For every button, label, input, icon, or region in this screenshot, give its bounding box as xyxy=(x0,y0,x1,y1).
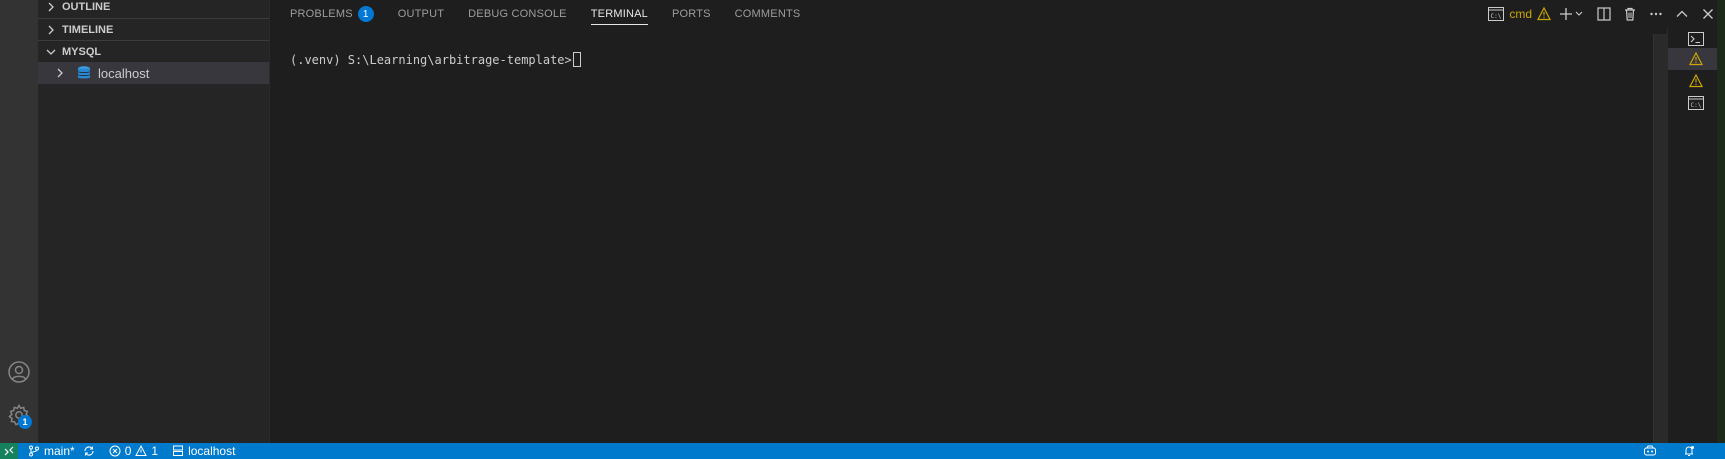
activity-bar: 1 xyxy=(0,0,38,443)
status-bar-right xyxy=(1643,443,1695,459)
warning-count: 1 xyxy=(151,444,159,458)
tree-item-label: localhost xyxy=(98,65,150,81)
copilot-icon[interactable] xyxy=(1643,445,1657,457)
section-outline-label: OUTLINE xyxy=(62,1,111,13)
warning-icon xyxy=(1537,7,1551,21)
error-count: 0 xyxy=(124,444,132,458)
kill-terminal-button[interactable] xyxy=(1621,5,1639,23)
problems-status[interactable]: 0 1 xyxy=(109,443,158,459)
terminal-cursor xyxy=(572,52,581,67)
section-mysql-label: MYSQL xyxy=(62,45,102,58)
tab-output[interactable]: OUTPUT xyxy=(398,0,444,28)
plus-icon xyxy=(1560,8,1583,20)
trash-icon xyxy=(1625,7,1635,21)
settings-badge: 1 xyxy=(18,415,32,429)
accounts-button[interactable] xyxy=(0,352,38,392)
active-terminal-indicator[interactable]: C:\ cmd xyxy=(1488,7,1551,21)
error-icon xyxy=(109,445,121,457)
git-branch-label: main* xyxy=(44,444,75,458)
tab-comments[interactable]: COMMENTS xyxy=(735,0,801,28)
panel-tabs: PROBLEMS 1 OUTPUT DEBUG CONSOLE TERMINAL… xyxy=(270,0,824,28)
section-timeline-label: TIMELINE xyxy=(62,23,114,36)
chevron-right-icon xyxy=(52,68,68,78)
notifications-icon[interactable] xyxy=(1683,445,1695,457)
terminal-list-item-cmd[interactable]: C:\ xyxy=(1668,92,1724,114)
remote-indicator[interactable] xyxy=(0,443,18,459)
terminal-prompt: (.venv) S:\Learning\arbitrage-template> xyxy=(290,52,572,67)
bottom-panel: PROBLEMS 1 OUTPUT DEBUG CONSOLE TERMINAL… xyxy=(269,0,1725,443)
tab-terminal[interactable]: TERMINAL xyxy=(590,0,649,28)
warning-icon xyxy=(135,445,148,456)
git-branch-status[interactable]: main* xyxy=(28,443,95,459)
ellipsis-icon xyxy=(1650,12,1662,16)
remote-icon xyxy=(4,446,14,456)
sync-icon xyxy=(84,446,94,456)
section-mysql[interactable]: MYSQL xyxy=(38,40,269,62)
svg-text:C:\: C:\ xyxy=(1491,13,1502,20)
git-branch-icon xyxy=(29,445,39,457)
warning-icon xyxy=(1689,74,1703,88)
terminal-list-item-powershell[interactable] xyxy=(1668,28,1724,50)
terminal-list-item-warning-1[interactable] xyxy=(1668,48,1724,70)
split-icon xyxy=(1597,7,1611,21)
tab-problems-label: PROBLEMS xyxy=(290,8,353,20)
close-icon xyxy=(1703,9,1713,19)
terminal-list-item-warning-2[interactable] xyxy=(1668,70,1724,92)
section-outline[interactable]: OUTLINE xyxy=(38,0,269,18)
new-terminal-button[interactable] xyxy=(1559,5,1587,23)
tab-debug-console[interactable]: DEBUG CONSOLE xyxy=(468,0,567,28)
chevron-right-icon xyxy=(44,2,58,12)
terminal-cmd-icon: C:\ xyxy=(1488,7,1505,21)
split-terminal-button[interactable] xyxy=(1595,5,1613,23)
tab-ports[interactable]: PORTS xyxy=(672,0,711,28)
problems-count-badge: 1 xyxy=(357,6,374,22)
maximize-panel-button[interactable] xyxy=(1673,5,1691,23)
tab-problems[interactable]: PROBLEMS 1 xyxy=(290,0,374,28)
server-icon xyxy=(173,445,184,456)
section-timeline[interactable]: TIMELINE xyxy=(38,18,269,40)
terminal-output[interactable]: (.venv) S:\Learning\arbitrage-template> xyxy=(290,52,581,67)
tree-item-localhost[interactable]: localhost xyxy=(38,62,269,84)
mysql-connection-status[interactable]: localhost xyxy=(172,443,235,459)
close-panel-button[interactable] xyxy=(1699,5,1717,23)
connection-label: localhost xyxy=(188,444,236,458)
terminal-cmd-icon: C:\ xyxy=(1688,96,1704,110)
account-icon xyxy=(8,361,30,383)
panel-actions: C:\ cmd xyxy=(1488,0,1717,28)
database-icon xyxy=(76,65,92,81)
terminal-scrollbar[interactable] xyxy=(1653,34,1667,443)
chevron-up-icon xyxy=(1676,10,1688,17)
status-bar: main* 0 1 localhost xyxy=(0,443,1725,459)
warning-icon xyxy=(1689,52,1703,66)
manage-button[interactable]: 1 xyxy=(0,395,38,435)
sidebar: OUTLINE TIMELINE MYSQL localhost xyxy=(38,0,269,443)
terminal-name: cmd xyxy=(1509,7,1532,21)
chevron-right-icon xyxy=(44,25,58,35)
chevron-down-icon xyxy=(44,47,58,57)
window-edge xyxy=(1717,0,1725,443)
more-actions-button[interactable] xyxy=(1647,5,1665,23)
svg-text:C:\: C:\ xyxy=(1691,102,1702,109)
terminal-icon xyxy=(1688,32,1704,46)
